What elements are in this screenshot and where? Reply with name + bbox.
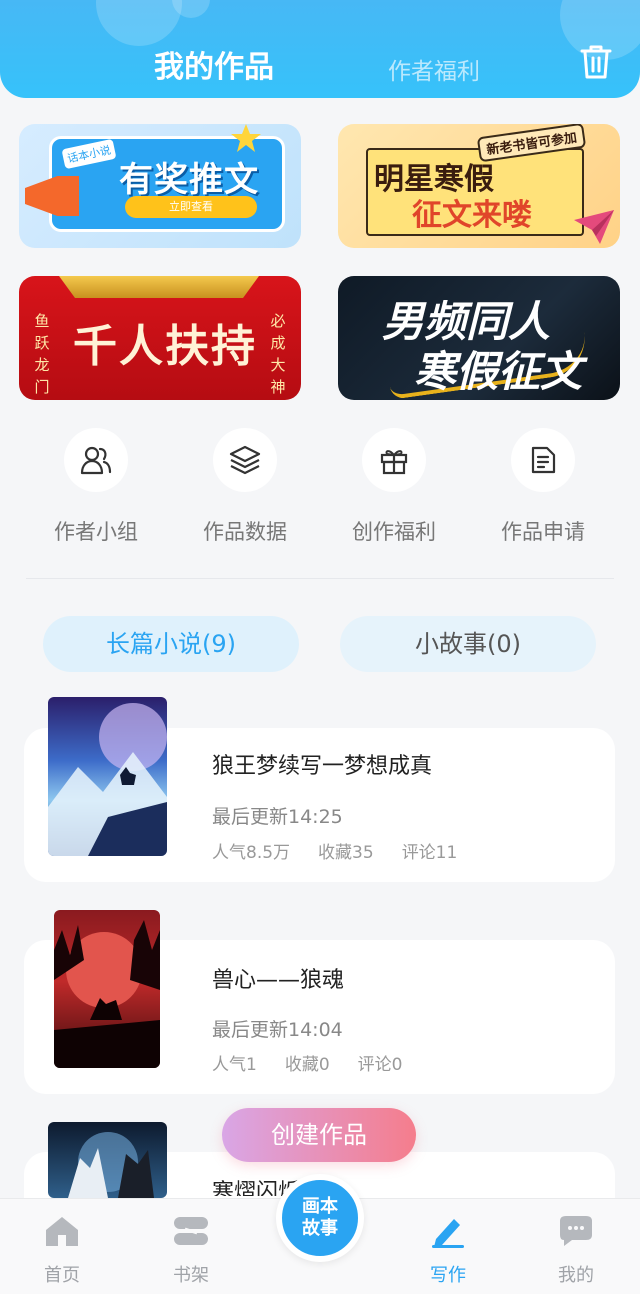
gift-icon [380, 450, 408, 475]
feature-icon-wrap [362, 428, 426, 492]
megaphone-icon [25, 176, 79, 216]
paper-plane-icon [574, 210, 614, 244]
feature-work-apply[interactable]: 作品申请 [483, 428, 603, 546]
feature-icon-wrap [213, 428, 277, 492]
feature-work-data[interactable]: 作品数据 [185, 428, 305, 546]
banner-title: 千人扶持 [73, 321, 257, 372]
center-label-line1: 画本 [302, 1196, 338, 1217]
nav-mine[interactable]: 我的 [536, 1213, 616, 1287]
work-favorites: 收藏35 [318, 843, 374, 863]
decorative-bubble [96, 0, 182, 46]
category-tab-novels[interactable]: 长篇小说(9) [43, 616, 299, 672]
tab-author-benefits[interactable]: 作者福利 [388, 52, 480, 86]
work-stats: 人气1 收藏0 评论0 [212, 1050, 430, 1075]
banner-ornament [59, 276, 259, 298]
feature-icon-wrap [511, 428, 575, 492]
work-last-updated: 最后更新14:04 [212, 1019, 343, 1041]
banner-thousand-support[interactable]: 鱼跃龙门 必成大神 千人扶持 [19, 276, 301, 400]
nav-label: 书架 [173, 1265, 209, 1286]
home-icon [46, 1217, 78, 1246]
feature-creation-benefits[interactable]: 创作福利 [334, 428, 454, 546]
top-header: 我的作品 作者福利 [0, 0, 640, 98]
tab-my-works[interactable]: 我的作品 [154, 42, 274, 86]
work-comments: 评论0 [357, 1055, 403, 1075]
users-icon [80, 446, 112, 475]
banner-side-text: 必成大神 [270, 312, 286, 396]
work-popularity: 人气1 [212, 1055, 257, 1075]
banner-view-button[interactable]: 立即查看 [125, 196, 257, 218]
nav-picture-story-button[interactable]: 画本 故事 [276, 1174, 364, 1262]
book-cover[interactable] [48, 1122, 167, 1198]
work-title: 兽心——狼魂 [212, 968, 345, 993]
chat-icon [560, 1216, 592, 1246]
feature-icon-wrap [64, 428, 128, 492]
create-work-button[interactable]: 创建作品 [222, 1108, 416, 1162]
feature-author-group[interactable]: 作者小组 [36, 428, 156, 546]
nav-label: 写作 [430, 1265, 466, 1286]
feature-label: 作品申请 [501, 520, 585, 544]
banner-title: 有奖推文 [119, 160, 259, 200]
work-comments: 评论11 [401, 843, 458, 863]
trash-icon[interactable] [580, 44, 612, 80]
work-title: 狼王梦续写一梦想成真 [212, 754, 433, 779]
nav-write[interactable]: 写作 [408, 1213, 488, 1287]
banner-side-text: 鱼跃龙门 [34, 312, 50, 396]
work-stats: 人气8.5万 收藏35 评论11 [212, 838, 485, 863]
book-cover[interactable] [48, 697, 167, 856]
feature-label: 作者小组 [54, 520, 138, 544]
banner-male-fanfic[interactable]: 男频同人 寒假征文 [338, 276, 620, 400]
feature-label: 作品数据 [203, 520, 287, 544]
banner-star-contest[interactable]: 新老书皆可参加 明星寒假 征文来喽 [338, 124, 620, 248]
banner-award-recommend[interactable]: 话本小说 有奖推文 立即查看 [19, 124, 301, 248]
nav-label: 我的 [558, 1265, 594, 1286]
bookshelf-icon [174, 1217, 208, 1245]
work-favorites: 收藏0 [284, 1055, 330, 1075]
layers-icon [229, 445, 261, 475]
work-popularity: 人气8.5万 [212, 843, 291, 863]
wolf-cover-art [48, 703, 167, 856]
category-tab-short-stories[interactable]: 小故事(0) [340, 616, 596, 672]
work-last-updated: 最后更新14:25 [212, 806, 343, 828]
document-icon [531, 446, 556, 474]
wolf-cover-art [68, 1132, 154, 1198]
pen-icon [432, 1219, 464, 1248]
wolf-cover-art [54, 920, 160, 1068]
center-label-line2: 故事 [302, 1218, 338, 1239]
nav-bookshelf[interactable]: 书架 [151, 1213, 231, 1287]
banner-title-line2: 征文来喽 [412, 198, 532, 233]
nav-label: 首页 [44, 1265, 80, 1286]
banner-title-line2: 寒假征文 [414, 347, 583, 396]
section-divider [26, 578, 614, 579]
nav-home[interactable]: 首页 [22, 1213, 102, 1287]
feature-label: 创作福利 [352, 520, 436, 544]
book-cover[interactable] [54, 910, 160, 1068]
star-icon [231, 124, 261, 152]
